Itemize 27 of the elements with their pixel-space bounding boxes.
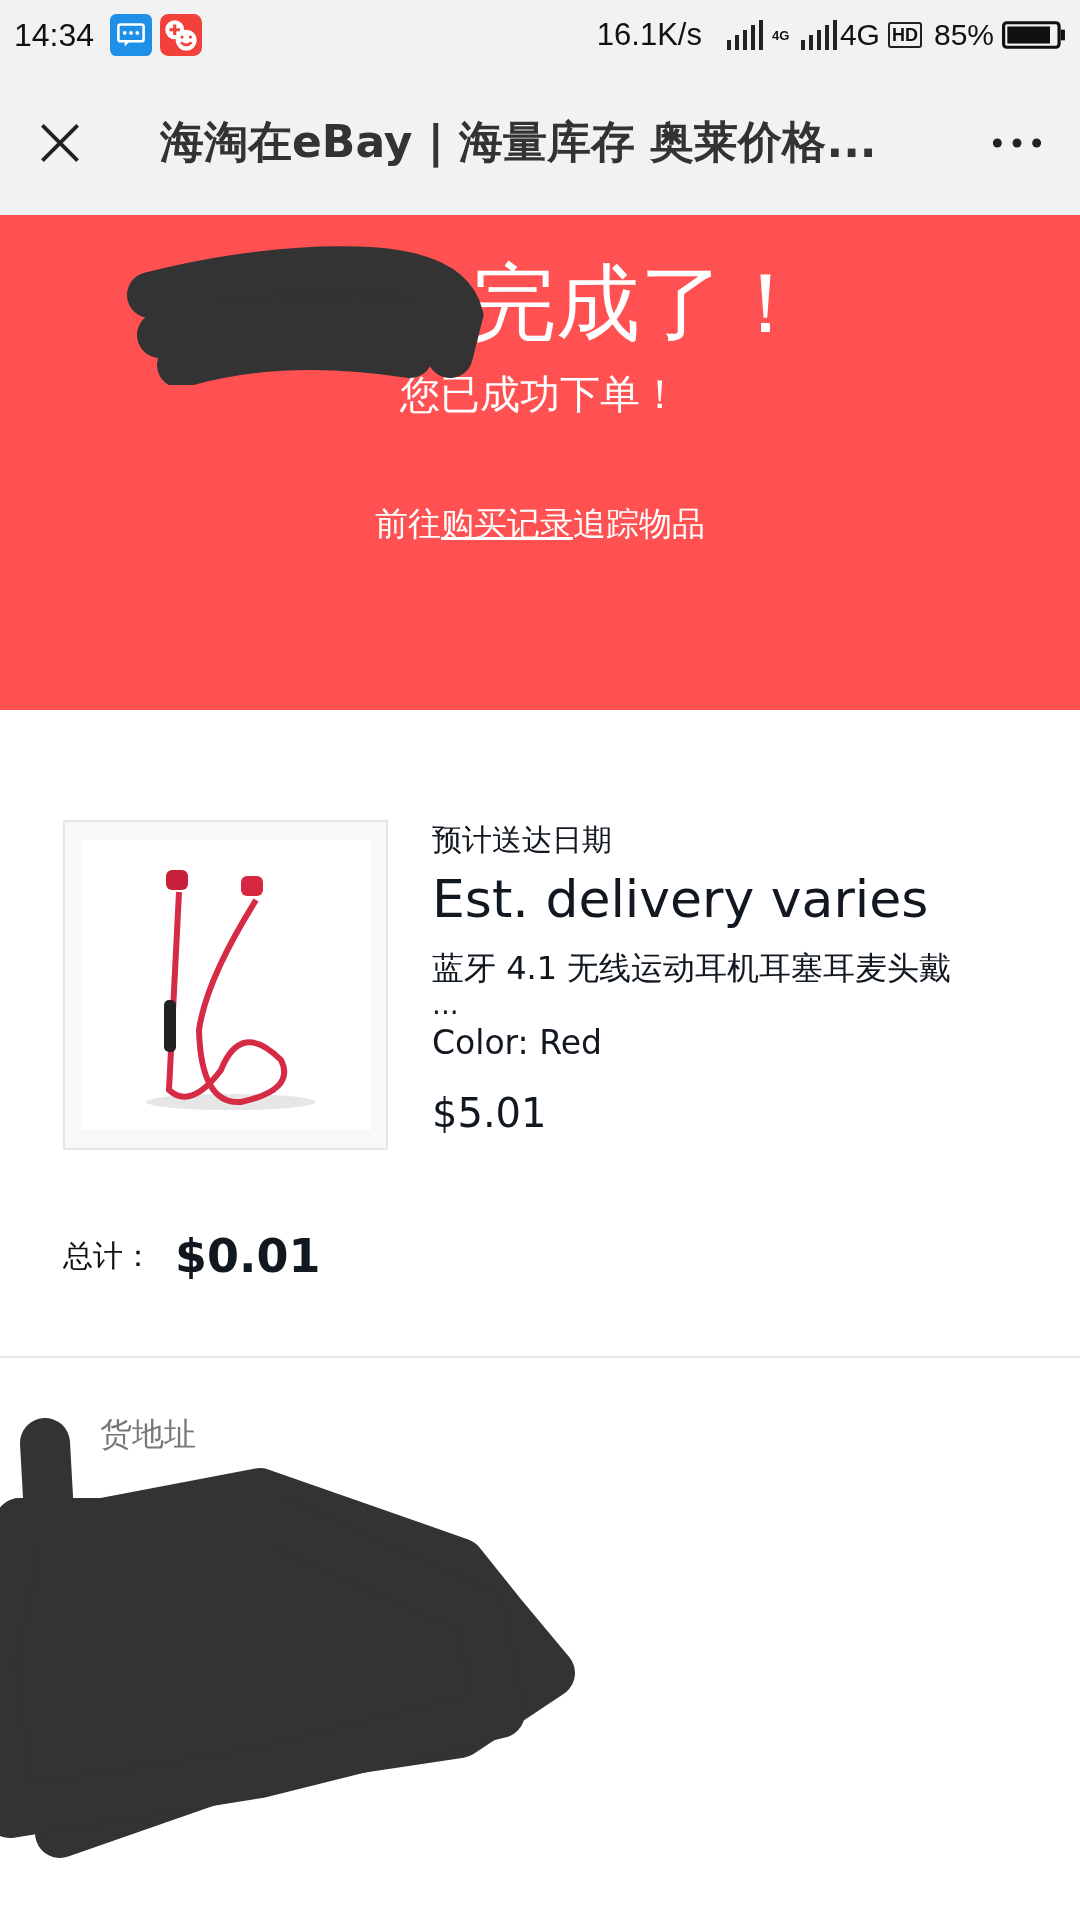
network-label: 4G <box>771 28 791 42</box>
signal-icon <box>725 20 764 50</box>
clock: 14:34 <box>14 16 95 54</box>
battery-icon <box>1002 21 1066 49</box>
signal-icon <box>799 20 838 50</box>
item-title-ellipsis: ... <box>432 991 460 1019</box>
success-message: 您已成功下单！ <box>400 370 680 420</box>
network-label: 4G <box>839 18 880 52</box>
hd-badge: HD <box>887 22 922 48</box>
track-text: 前往 <box>375 504 441 544</box>
total-label: 总计： <box>63 1236 153 1275</box>
item-title: 蓝牙 4.1 无线运动耳机耳塞耳麦头戴 <box>432 948 952 989</box>
track-text: 追踪物品 <box>573 504 705 544</box>
success-heading: 完成了！ <box>471 257 808 350</box>
message-app-icon <box>110 14 153 56</box>
address-label: 货地址 <box>100 1414 196 1455</box>
network-speed: 16.1K/s <box>596 17 702 53</box>
battery-percent: 85% <box>933 18 994 52</box>
total-amount: $0.01 <box>175 1229 321 1283</box>
delivery-estimate: Est. delivery varies <box>432 869 930 929</box>
item-color: Color: Red <box>432 1023 603 1062</box>
more-icon[interactable] <box>992 136 1042 149</box>
delivery-label: 预计送达日期 <box>432 821 613 859</box>
page-title: 海淘在eBay | 海量库存 奥莱价格... <box>160 115 878 170</box>
purchase-history-link[interactable]: 购买记录 <box>441 504 573 544</box>
chat-app-icon <box>160 14 203 56</box>
item-price: $5.01 <box>432 1090 548 1136</box>
